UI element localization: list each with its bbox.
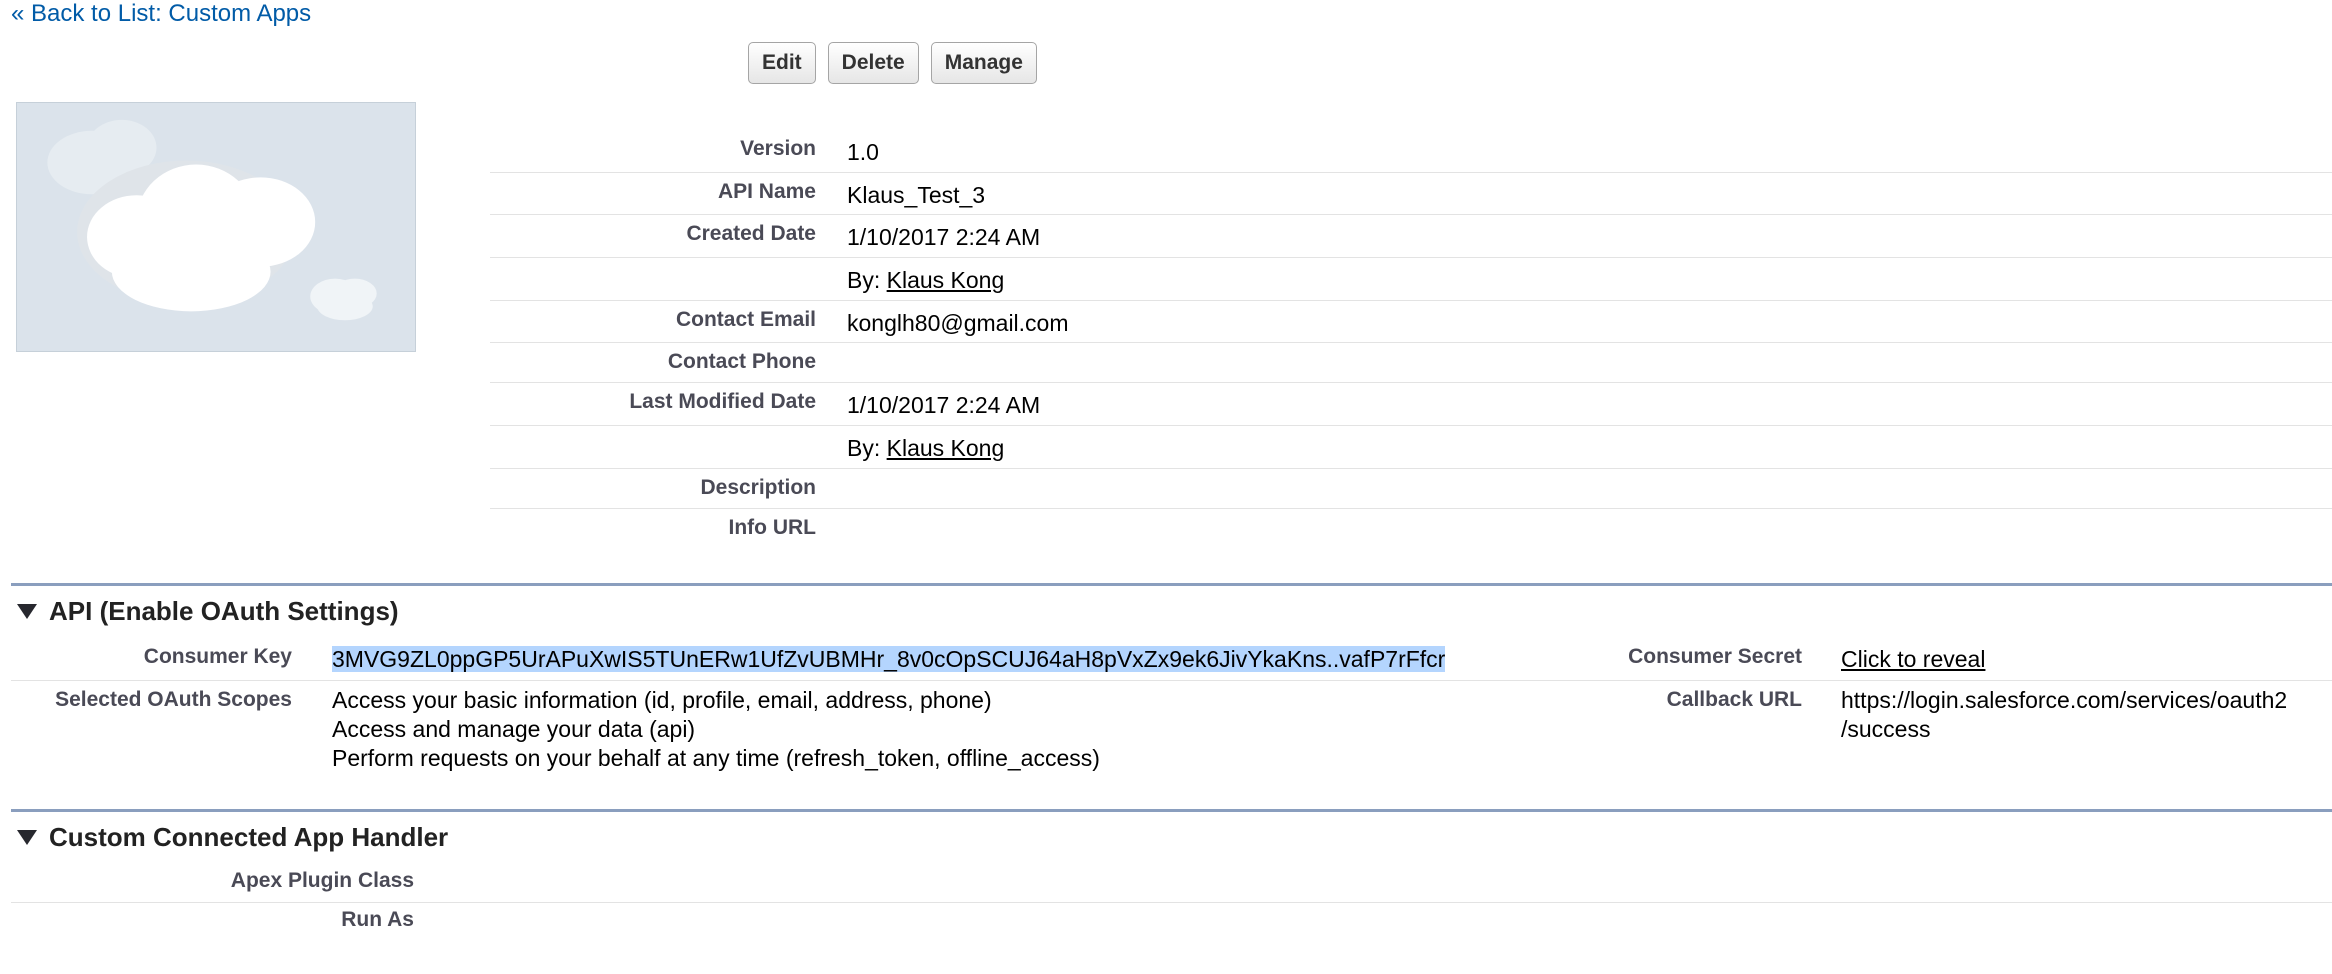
detail-row-api-name: API Name Klaus_Test_3 — [490, 173, 2332, 215]
description-value — [816, 469, 847, 508]
oauth-settings-table: Consumer Key 3MVG9ZL0ppGP5UrAPuXwIS5TUnE… — [11, 638, 2332, 791]
handler-section-title: Custom Connected App Handler — [49, 822, 449, 852]
detail-row-description: Description — [490, 469, 2332, 509]
contact-phone-value — [816, 343, 847, 382]
callback-url-value: https://login.salesforce.com/services/oa… — [1802, 681, 2287, 791]
modified-by-prefix: By: — [847, 435, 887, 461]
oauth-scope-item: Access your basic information (id, profi… — [332, 687, 992, 713]
consumer-key-value: 3MVG9ZL0ppGP5UrAPuXwIS5TUnERw1UfZvUBMHr_… — [292, 638, 1522, 680]
created-by-user-link[interactable]: Klaus Kong — [887, 267, 1005, 293]
detail-row-contact-phone: Contact Phone — [490, 343, 2332, 383]
oauth-scope-item: Access and manage your data (api) — [332, 716, 696, 742]
consumer-key-text[interactable]: 3MVG9ZL0ppGP5UrAPuXwIS5TUnERw1UfZvUBMHr_… — [332, 646, 1446, 672]
version-label: Version — [740, 137, 816, 160]
created-by-value: By: Klaus Kong — [816, 258, 1004, 300]
info-url-label: Info URL — [728, 516, 816, 539]
description-label: Description — [700, 476, 816, 499]
api-name-value: Klaus_Test_3 — [847, 182, 986, 208]
edit-button[interactable]: Edit — [748, 42, 816, 84]
created-date-value: 1/10/2017 2:24 AM — [847, 224, 1041, 250]
app-detail-table: Version 1.0 API Name Klaus_Test_3 Create… — [490, 130, 2332, 549]
created-by-prefix: By: — [847, 267, 887, 293]
collapse-triangle-icon[interactable] — [17, 604, 37, 619]
consumer-key-label: Consumer Key — [143, 645, 292, 668]
last-modified-value: 1/10/2017 2:24 AM — [847, 392, 1041, 418]
created-date-label: Created Date — [686, 222, 816, 245]
api-section-header[interactable]: API (Enable OAuth Settings) — [11, 583, 2332, 627]
click-to-reveal-link[interactable]: Click to reveal — [1841, 646, 1985, 672]
callback-url-line: https://login.salesforce.com/services/oa… — [1841, 687, 2288, 713]
consumer-secret-label: Consumer Secret — [1628, 645, 1802, 668]
modified-by-value: By: Klaus Kong — [816, 426, 1004, 468]
apex-plugin-class-label: Apex Plugin Class — [230, 869, 414, 892]
modified-by-user-link[interactable]: Klaus Kong — [887, 435, 1005, 461]
api-section-title: API (Enable OAuth Settings) — [49, 596, 399, 626]
api-name-label: API Name — [717, 180, 816, 203]
callback-url-label: Callback URL — [1666, 688, 1802, 711]
oauth-row-scopes: Selected OAuth Scopes Access your basic … — [11, 681, 2332, 791]
version-value: 1.0 — [847, 139, 879, 165]
handler-table: Apex Plugin Class Run As — [11, 864, 2332, 942]
oauth-scopes-list: Access your basic information (id, profi… — [292, 681, 1522, 791]
detail-row-created-date: Created Date 1/10/2017 2:24 AM — [490, 215, 2332, 258]
cloud-logo-icon — [17, 103, 415, 351]
back-to-list-link[interactable]: « Back to List: Custom Apps — [11, 0, 311, 28]
callback-url-line: /success — [1841, 716, 1931, 742]
detail-row-modified-by: By: Klaus Kong — [490, 426, 2332, 469]
oauth-scope-item: Perform requests on your behalf at any t… — [332, 745, 1100, 771]
button-row: Edit Delete Manage — [748, 42, 1037, 84]
last-modified-label: Last Modified Date — [629, 390, 816, 413]
contact-email-label: Contact Email — [675, 308, 816, 331]
info-url-value — [816, 509, 847, 549]
detail-row-last-modified: Last Modified Date 1/10/2017 2:24 AM — [490, 383, 2332, 426]
modified-by-label — [490, 426, 816, 468]
contact-phone-label: Contact Phone — [667, 350, 816, 373]
detail-row-contact-email: Contact Email konglh80@gmail.com — [490, 301, 2332, 343]
detail-row-info-url: Info URL — [490, 509, 2332, 549]
handler-section-header[interactable]: Custom Connected App Handler — [11, 809, 2332, 853]
oauth-row-keys: Consumer Key 3MVG9ZL0ppGP5UrAPuXwIS5TUnE… — [11, 638, 2332, 681]
created-by-label — [490, 258, 816, 300]
consumer-secret-value: Click to reveal — [1802, 638, 1985, 680]
oauth-scopes-label: Selected OAuth Scopes — [55, 688, 292, 711]
manage-button[interactable]: Manage — [930, 42, 1037, 84]
app-logo — [16, 102, 416, 352]
handler-row-apex-plugin: Apex Plugin Class — [11, 864, 2332, 903]
handler-row-run-as: Run As — [11, 903, 2332, 942]
collapse-triangle-icon[interactable] — [17, 830, 37, 845]
delete-button[interactable]: Delete — [827, 42, 919, 84]
detail-row-version: Version 1.0 — [490, 130, 2332, 173]
run-as-label: Run As — [341, 908, 414, 931]
contact-email-value: konglh80@gmail.com — [847, 310, 1069, 336]
detail-row-created-by: By: Klaus Kong — [490, 258, 2332, 301]
